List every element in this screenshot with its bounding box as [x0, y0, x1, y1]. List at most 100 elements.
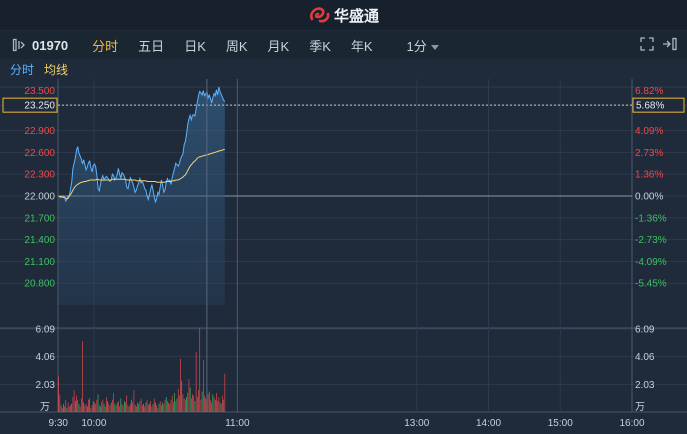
pct-tick-label: -2.73% [635, 235, 667, 246]
volume-bar [82, 341, 83, 412]
volume-bar [179, 395, 180, 412]
tab-five-day[interactable]: 五日 [128, 36, 174, 55]
volume-bar [107, 401, 108, 412]
panel-toggle-icon[interactable] [12, 38, 26, 52]
exit-icon[interactable] [662, 37, 678, 51]
volume-bar [223, 399, 224, 412]
volume-bar [218, 397, 220, 412]
volume-bar [181, 380, 183, 412]
expand-icon[interactable] [640, 37, 654, 51]
volume-bar [66, 407, 68, 412]
volume-bar [90, 407, 92, 412]
price-tick-label: 22.900 [24, 126, 55, 137]
volume-bar [116, 402, 118, 412]
volume-bar [122, 405, 124, 412]
volume-bar [97, 394, 99, 412]
volume-bar [157, 407, 159, 412]
chart-legend: 分时 均线 [0, 59, 687, 79]
volume-bar [96, 399, 98, 412]
volume-bar [168, 402, 169, 412]
chevron-down-icon [430, 44, 439, 50]
volume-bar [127, 405, 129, 412]
volume-bar [58, 376, 59, 412]
volume-bar [88, 399, 89, 412]
volume-bar [204, 395, 205, 412]
volume-bar [60, 405, 62, 412]
volume-bar [188, 379, 190, 412]
price-tick-label: 22.000 [24, 192, 55, 203]
volume-bar [92, 401, 94, 412]
volume-tick-label-left: 6.09 [36, 325, 56, 336]
volume-bar [222, 395, 223, 412]
volume-bar [163, 403, 165, 412]
volume-bar [115, 405, 117, 412]
volume-bar [106, 397, 107, 412]
price-tick-label: 21.100 [24, 257, 55, 268]
time-tick-label: 14:00 [476, 418, 501, 429]
volume-bar [94, 402, 95, 412]
volume-bar [224, 373, 226, 412]
volume-bar [164, 399, 166, 412]
volume-bar [206, 401, 208, 412]
volume-bar [198, 390, 199, 412]
volume-bar [121, 403, 123, 412]
price-tick-label: 21.400 [24, 235, 55, 246]
volume-bar [187, 392, 189, 412]
volume-bar [110, 402, 112, 412]
volume-bar [109, 405, 111, 412]
tab-yearly-k[interactable]: 年K [341, 36, 383, 55]
brand-name: 华盛通 [333, 7, 379, 25]
legend-price: 分时 [10, 62, 35, 77]
volume-tick-label-right: 2.03 [635, 380, 655, 391]
volume-bar [84, 405, 86, 412]
volume-bar [77, 399, 79, 412]
tab-daily-k[interactable]: 日K [174, 36, 216, 55]
tab-quarterly-k[interactable]: 季K [299, 36, 341, 55]
tab-monthly-k[interactable]: 月K [258, 36, 300, 55]
legend-avg: 均线 [44, 62, 69, 77]
volume-bar [125, 402, 126, 412]
volume-bar [71, 403, 73, 412]
volume-bar [67, 402, 69, 412]
volume-tick-label-right: 4.06 [635, 352, 655, 363]
volume-bar [200, 399, 202, 412]
volume-bar [85, 403, 87, 412]
time-tick-label: 11:00 [225, 418, 250, 429]
volume-bar [173, 402, 174, 412]
volume-bar [208, 391, 210, 412]
volume-bar [65, 399, 67, 412]
volume-bar [72, 397, 74, 412]
volume-bar [199, 327, 201, 412]
price-tick-label: 20.800 [24, 279, 55, 290]
volume-bar [140, 398, 142, 412]
volume-bar [197, 397, 198, 412]
volume-bar [100, 406, 101, 412]
volume-bar [87, 406, 88, 412]
period-value: 1分 [406, 38, 427, 54]
volume-bar [91, 405, 93, 412]
volume-bar [137, 402, 138, 412]
volume-bar [98, 405, 100, 412]
volume-bar [102, 399, 104, 412]
volume-bar [216, 392, 217, 412]
pct-tick-label: -1.36% [635, 213, 667, 224]
volume-bar [167, 401, 168, 412]
tab-weekly-k[interactable]: 周K [216, 36, 258, 55]
volume-bar [103, 403, 105, 412]
volume-bar [149, 403, 150, 412]
volume-bar [180, 358, 181, 412]
crosshair-pct-label: 5.68% [636, 101, 664, 112]
volume-bar [195, 352, 197, 412]
period-select[interactable]: 1分 [397, 36, 449, 55]
volume-bar [130, 403, 131, 412]
price-tick-label: 22.600 [24, 148, 55, 159]
volume-bar [151, 406, 153, 412]
tab-time-share[interactable]: 分时 [82, 36, 128, 55]
price-tick-label: 21.700 [24, 213, 55, 224]
intraday-chart[interactable]: 23.500 23.250 22.900 22.600 22.300 22.000 21.7… [0, 79, 687, 434]
volume-bar [75, 401, 76, 412]
volume-bar [213, 397, 215, 412]
time-tick-label: 15:00 [548, 418, 573, 429]
volume-bar [152, 403, 154, 412]
volume-bar [142, 405, 143, 412]
